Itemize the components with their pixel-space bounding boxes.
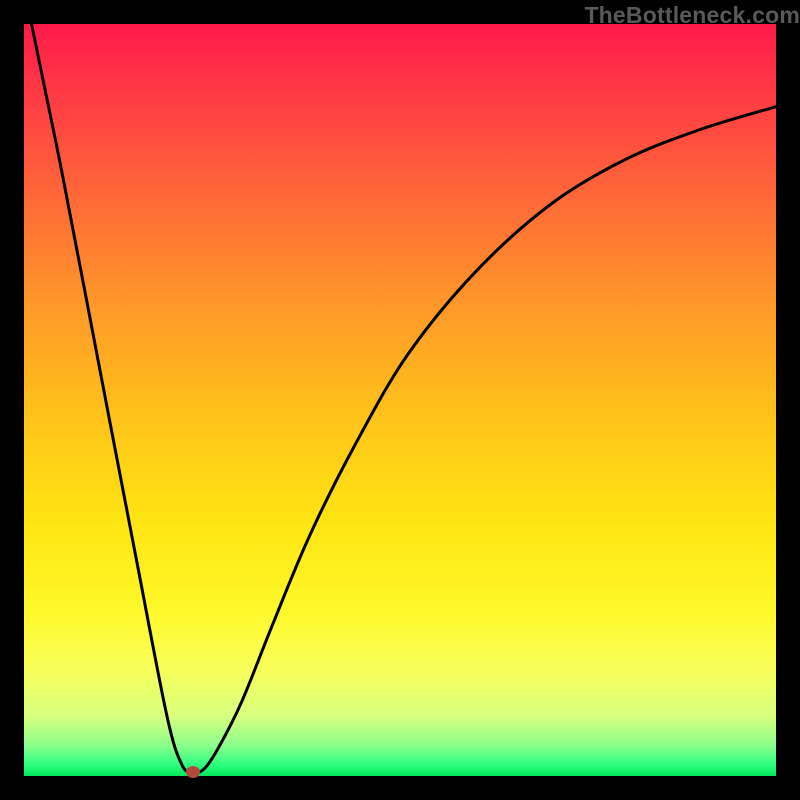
highlight-dot <box>186 766 200 778</box>
curve-layer <box>24 24 776 776</box>
bottleneck-curve-path <box>32 24 777 773</box>
plot-area <box>24 24 776 776</box>
watermark-text: TheBottleneck.com <box>584 2 800 29</box>
